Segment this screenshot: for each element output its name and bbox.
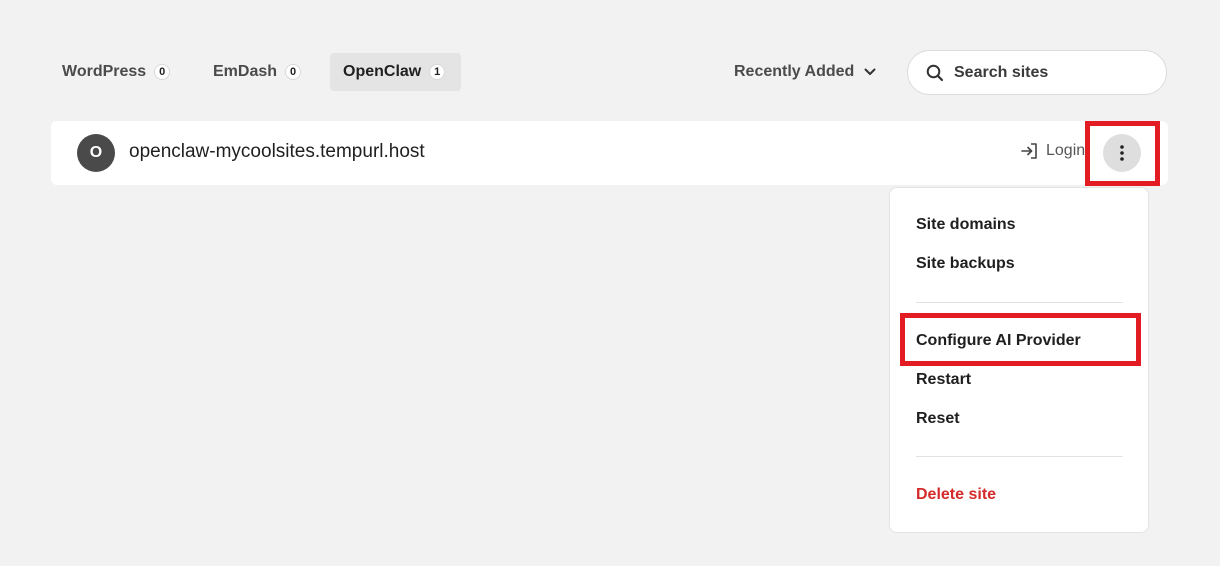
menu-divider: [916, 456, 1123, 457]
tab-count-badge: 1: [429, 64, 446, 80]
site-actions-menu: Site domains Site backups Configure AI P…: [889, 187, 1149, 533]
menu-item-site-domains[interactable]: Site domains: [916, 216, 1016, 234]
avatar: O: [77, 134, 115, 172]
menu-item-reset[interactable]: Reset: [916, 410, 960, 428]
tab-count-badge: 0: [154, 64, 171, 80]
site-name[interactable]: openclaw-mycoolsites.tempurl.host: [129, 141, 425, 163]
tab-wordpress[interactable]: WordPress 0: [49, 53, 183, 91]
search-box[interactable]: [907, 50, 1167, 95]
login-label: Login: [1046, 142, 1086, 159]
menu-item-delete-site[interactable]: Delete site: [916, 486, 996, 504]
login-icon: [1020, 141, 1040, 161]
sort-label: Recently Added: [734, 63, 855, 80]
sites-page: WordPress 0 EmDash 0 OpenClaw 1 Recently…: [0, 0, 1220, 566]
menu-divider: [916, 302, 1123, 303]
more-vertical-icon: [1119, 144, 1125, 162]
search-input[interactable]: [954, 63, 1134, 82]
tab-count-badge: 0: [285, 64, 302, 80]
chevron-down-icon: [864, 68, 876, 76]
menu-item-site-backups[interactable]: Site backups: [916, 255, 1015, 273]
search-icon: [926, 64, 944, 82]
sort-dropdown[interactable]: Recently Added: [734, 60, 876, 84]
menu-item-configure-ai-provider[interactable]: Configure AI Provider: [916, 332, 1081, 350]
tab-label: WordPress: [62, 63, 147, 80]
login-button[interactable]: Login: [1020, 141, 1085, 161]
tab-openclaw[interactable]: OpenClaw 1: [330, 53, 461, 91]
tab-label: OpenClaw: [343, 63, 422, 80]
site-actions-button[interactable]: [1103, 134, 1141, 172]
tab-emdash[interactable]: EmDash 0: [200, 53, 314, 91]
site-row[interactable]: O openclaw-mycoolsites.tempurl.host Logi…: [51, 121, 1168, 185]
menu-item-restart[interactable]: Restart: [916, 371, 971, 389]
tab-label: EmDash: [213, 63, 278, 80]
